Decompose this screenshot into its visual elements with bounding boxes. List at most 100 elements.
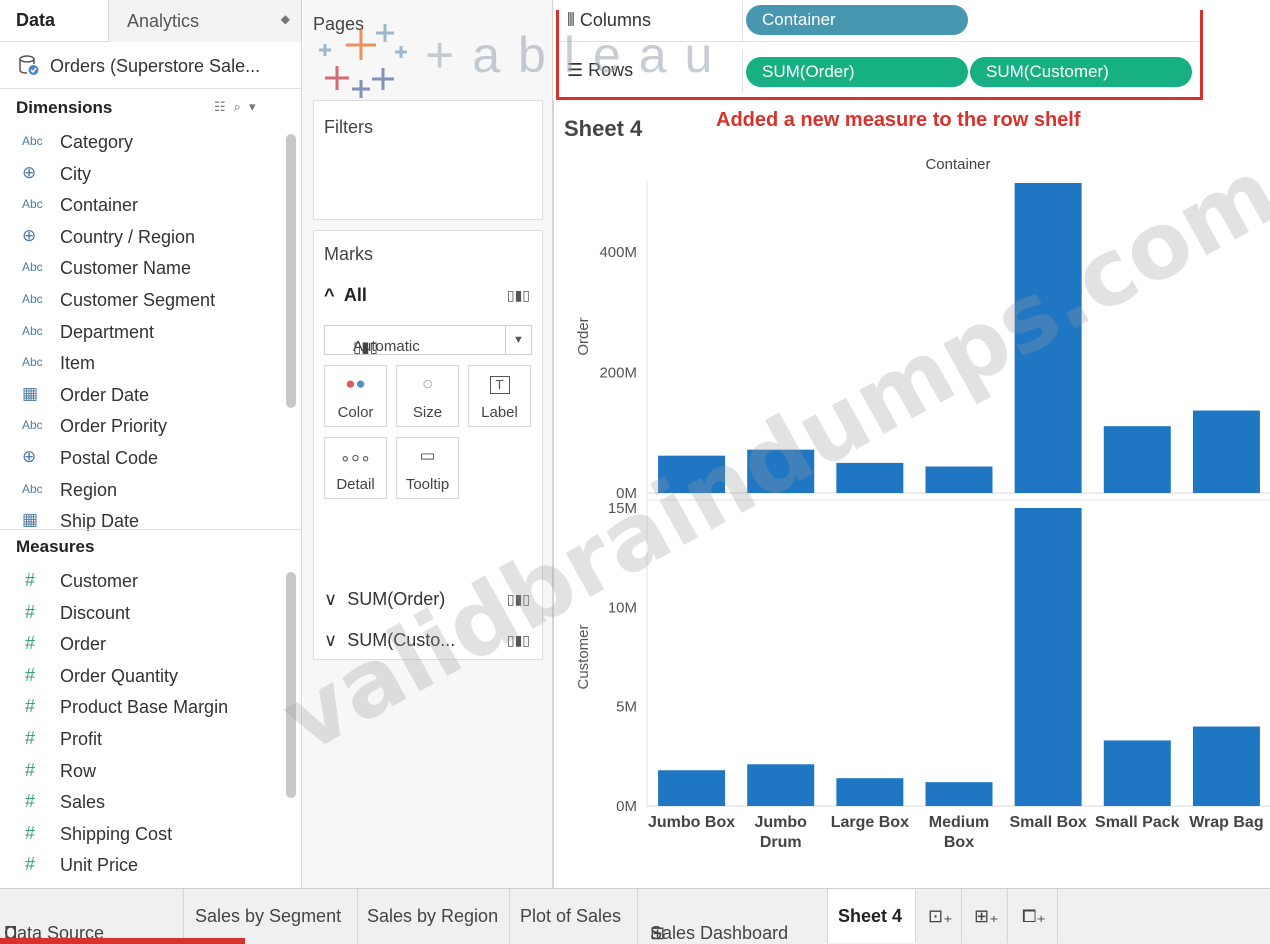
- dimension-field[interactable]: Abc Customer Segment: [0, 288, 285, 316]
- dimension-field-label: City: [60, 163, 91, 184]
- globe-icon: ⊕: [22, 225, 37, 245]
- dimension-field[interactable]: ⊕ Country / Region: [0, 225, 285, 253]
- dimension-field[interactable]: Abc Order Priority: [0, 414, 285, 442]
- bar-customer-6: [1192, 726, 1260, 806]
- chevron-down-icon: ∨: [324, 589, 338, 609]
- calendar-icon: ▦: [22, 383, 39, 403]
- dimension-field-label: Region: [60, 479, 118, 500]
- tab-sales-by-region[interactable]: Sales by Region: [358, 889, 510, 943]
- measures-scrollbar[interactable]: [286, 572, 296, 798]
- dimension-field[interactable]: Abc Container: [0, 193, 285, 221]
- search-icon[interactable]: ⌕: [234, 99, 249, 114]
- measure-field[interactable]: # Order Quantity: [0, 664, 285, 692]
- color-button[interactable]: ●● Color: [324, 365, 387, 427]
- datasource-item[interactable]: Orders (Superstore Sale...: [18, 54, 260, 78]
- dimension-field[interactable]: Abc Category: [0, 130, 285, 158]
- text-type-icon: Abc: [22, 323, 43, 338]
- measure-field-label: Shipping Cost: [60, 823, 173, 844]
- measure-field-label: Discount: [60, 602, 131, 623]
- columns-shelf[interactable]: ⦀ Columns Container: [559, 0, 1199, 42]
- mark-type-select[interactable]: ▯▮▯ Automatic ▼: [324, 325, 532, 356]
- dimension-field[interactable]: Abc Department: [0, 320, 285, 348]
- dimension-tools: ☷⌕▾: [214, 99, 263, 115]
- measure-field[interactable]: # Order: [0, 632, 285, 660]
- tab-sales-by-segment[interactable]: Sales by Segment: [184, 889, 358, 943]
- dimension-field[interactable]: ▦ Ship Date: [0, 509, 285, 537]
- tab-analytics[interactable]: Analytics ◆: [108, 0, 301, 42]
- tooltip-button[interactable]: ▭ Tooltip: [396, 437, 459, 499]
- dimension-field[interactable]: ⊕ Postal Code: [0, 446, 285, 474]
- y-axis-label: Customer: [575, 624, 592, 689]
- measure-field[interactable]: # Product Base Margin: [0, 695, 285, 723]
- label-button[interactable]: T Label: [468, 365, 531, 427]
- tab-plot-of-sales[interactable]: Plot of Sales: [510, 889, 638, 943]
- measure-field-label: Sales: [60, 792, 106, 813]
- rows-shelf[interactable]: ☰ Rows SUM(Order) SUM(Customer): [559, 50, 1199, 92]
- dimension-field[interactable]: Abc Region: [0, 478, 285, 506]
- measure-field[interactable]: # Row: [0, 759, 285, 787]
- measure-hash-icon: #: [25, 728, 36, 748]
- tab-data-source[interactable]: ᗡ Data Source: [0, 889, 184, 943]
- marks-all-label: All: [343, 285, 367, 305]
- measure-field[interactable]: # Shipping Cost: [0, 822, 285, 850]
- bar-customer-1: [747, 764, 815, 806]
- tab-sales-dashboard-text: Sales Dashboard: [650, 923, 789, 943]
- y-tick-label: 10M: [608, 599, 637, 616]
- database-check-icon: [19, 55, 39, 75]
- pill-container[interactable]: Container: [746, 5, 968, 35]
- measure-field-label: Order Quantity: [60, 665, 179, 686]
- dimension-field[interactable]: ▦ Order Date: [0, 383, 285, 411]
- x-category-label: Large Box: [831, 814, 909, 831]
- globe-icon: ⊕: [22, 162, 37, 182]
- marks-sum-customer-row[interactable]: ∨ SUM(Custo...: [324, 630, 455, 651]
- filters-card[interactable]: Filters: [313, 100, 543, 220]
- measure-field[interactable]: # Customer: [0, 569, 285, 597]
- detail-button[interactable]: ∘⸰∘ Detail: [324, 437, 387, 499]
- chevron-down-icon[interactable]: ▼: [505, 326, 531, 354]
- tab-sheet-4[interactable]: Sheet 4: [828, 889, 916, 943]
- y-tick-label: 200M: [599, 365, 637, 382]
- measure-hash-icon: #: [25, 759, 36, 780]
- measure-field[interactable]: # Discount: [0, 601, 285, 629]
- dimension-field[interactable]: ⊕ City: [0, 162, 285, 190]
- y-tick-label: 5M: [616, 699, 637, 716]
- new-dashboard-button[interactable]: ⊞₊: [962, 889, 1008, 943]
- measure-field[interactable]: # Profit: [0, 727, 285, 755]
- bar-order-6: [1192, 410, 1260, 493]
- measure-hash-icon: #: [25, 570, 36, 590]
- tab-sales-by-region-label: Sales by Region: [367, 906, 499, 926]
- measure-hash-icon: #: [25, 601, 36, 622]
- size-button[interactable]: ◌ Size: [396, 365, 459, 427]
- marks-sum-order-row[interactable]: ∨ SUM(Order): [324, 589, 445, 610]
- measure-hash-icon: #: [25, 791, 36, 812]
- y-tick-label: 400M: [599, 244, 637, 261]
- rows-label-text: Rows: [588, 60, 634, 80]
- dimensions-header: Dimensions: [16, 98, 113, 117]
- dimensions-scrollbar[interactable]: [286, 134, 296, 408]
- chevron-down-icon[interactable]: ▾: [249, 99, 264, 114]
- list-view-icon[interactable]: ☷: [214, 99, 234, 114]
- pane-tabs: Data Analytics ◆: [0, 0, 301, 42]
- measure-field[interactable]: # Unit Price: [0, 853, 285, 881]
- x-category-label: Small Box: [1009, 814, 1086, 831]
- tab-sheet-4-label: Sheet 4: [838, 906, 903, 926]
- text-type-icon: Abc: [22, 481, 43, 496]
- tab-sales-by-segment-label: Sales by Segment: [195, 906, 342, 926]
- dimension-field-label: Customer Name: [60, 258, 192, 279]
- new-worksheet-button[interactable]: ⊡₊: [916, 889, 962, 943]
- shelf-separator: [742, 50, 743, 92]
- tab-sales-dashboard[interactable]: ⊞ Sales Dashboard: [638, 889, 828, 943]
- pill-sum-customer[interactable]: SUM(Customer): [970, 57, 1192, 87]
- tableau-logo-icon: [319, 24, 407, 98]
- divider: [0, 88, 301, 89]
- measure-field-label: Product Base Margin: [60, 697, 229, 718]
- columns-label: ⦀ Columns: [567, 10, 651, 31]
- dimension-field[interactable]: Abc Item: [0, 351, 285, 379]
- pill-sum-order[interactable]: SUM(Order): [746, 57, 968, 87]
- tab-data[interactable]: Data: [16, 10, 55, 31]
- marks-all-toggle[interactable]: ^ All: [324, 285, 367, 306]
- tooltip-icon: ▭: [419, 446, 436, 465]
- measure-field[interactable]: # Sales: [0, 790, 285, 818]
- dimension-field[interactable]: Abc Customer Name: [0, 256, 285, 284]
- new-story-button[interactable]: ⧠₊: [1008, 889, 1058, 943]
